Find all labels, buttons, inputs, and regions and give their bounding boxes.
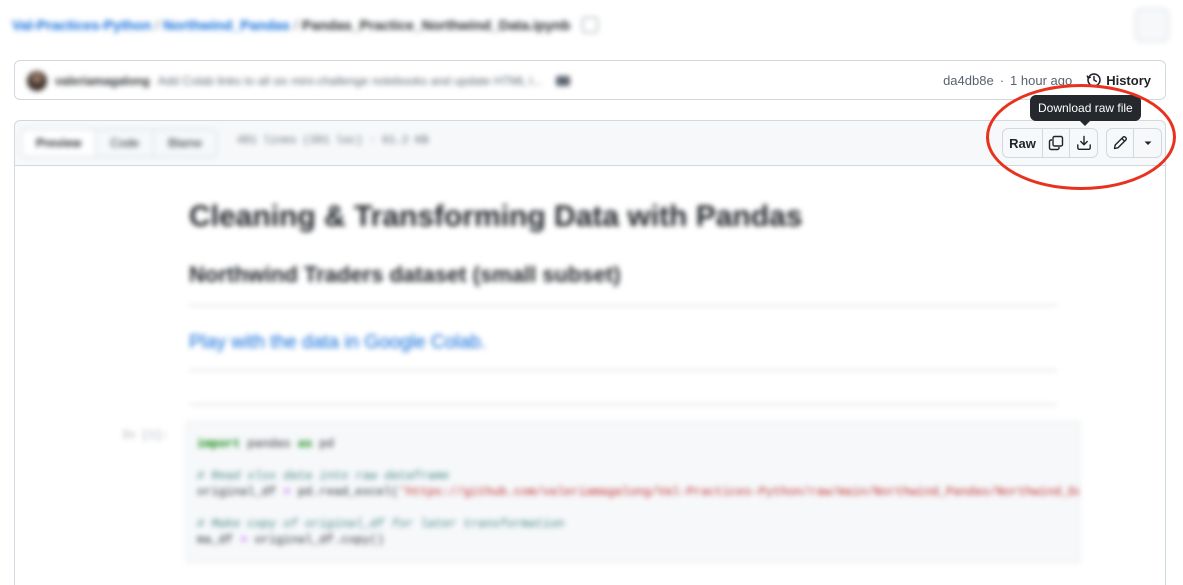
- code-comment: # Read xlsx data into raw dataframe: [197, 469, 450, 483]
- notebook-title: Cleaning & Transforming Data with Pandas: [189, 200, 803, 233]
- history-label: History: [1106, 72, 1151, 88]
- code-text: pd.read_excel(: [290, 485, 399, 499]
- download-raw-button[interactable]: [1070, 129, 1097, 157]
- commit-dot: ·: [999, 72, 1005, 88]
- breadcrumb-folder-link[interactable]: Northwind_Pandas: [163, 17, 290, 33]
- download-raw-file-tooltip: Download raw file: [1030, 95, 1141, 126]
- avatar[interactable]: [27, 71, 47, 91]
- tab-preview[interactable]: Preview: [22, 130, 97, 156]
- latest-commit-bar: valeriamagalong Add Colab links to all s…: [14, 60, 1166, 100]
- code-text: original_df.copy(): [247, 533, 385, 547]
- edit-file-button[interactable]: [1107, 129, 1134, 157]
- breadcrumb-separator: /: [293, 17, 298, 33]
- commit-hash[interactable]: da4db8e: [943, 73, 994, 88]
- pencil-icon: [1113, 136, 1127, 150]
- copy-path-icon[interactable]: [582, 17, 599, 33]
- ellipsis-icon[interactable]: [556, 76, 571, 86]
- breadcrumb-file-name: Pandas_Practice_Northwind_Data.ipynb: [301, 17, 571, 33]
- divider: [189, 404, 1057, 405]
- view-tabs: Preview Code Blame: [21, 129, 218, 157]
- code-keyword: as: [297, 437, 313, 451]
- commit-summary: valeriamagalong Add Colab links to all s…: [27, 71, 571, 91]
- code-comment: # Make copy of original_df for later tra…: [197, 517, 565, 531]
- file-actions: Raw: [1002, 128, 1162, 158]
- file-header: Preview Code Blame 481 lines (391 loc) ·…: [14, 120, 1166, 166]
- code-operator: =: [283, 485, 291, 499]
- history-link[interactable]: History: [1086, 72, 1151, 88]
- copy-raw-button[interactable]: [1043, 129, 1070, 157]
- raw-copy-download-group: Raw: [1002, 128, 1098, 158]
- code-text: pd: [312, 437, 334, 451]
- commit-author[interactable]: valeriamagalong: [55, 74, 150, 88]
- breadcrumb-separator: /: [155, 17, 160, 33]
- code-string: 'https://github.com/valeriamagalong/Val-…: [398, 485, 1080, 499]
- tab-code[interactable]: Code: [96, 130, 155, 156]
- commit-meta: da4db8e · 1 hour ago History: [943, 72, 1151, 88]
- history-icon: [1086, 73, 1101, 87]
- commit-message[interactable]: Add Colab links to all six mini-challeng…: [158, 74, 542, 88]
- divider: [189, 370, 1057, 371]
- raw-button[interactable]: Raw: [1003, 129, 1043, 157]
- code-text: pandas: [240, 437, 298, 451]
- notebook-subtitle: Northwind Traders dataset (small subset): [189, 262, 621, 287]
- more-options-button[interactable]: [1135, 8, 1169, 42]
- edit-dropdown-button[interactable]: [1134, 129, 1161, 157]
- commit-time: 1 hour ago: [1010, 72, 1073, 88]
- download-icon: [1076, 135, 1091, 150]
- breadcrumb-repo-link[interactable]: Val-Practices-Python: [12, 17, 151, 33]
- divider: [189, 305, 1057, 306]
- copy-icon: [1048, 135, 1064, 151]
- tab-blame[interactable]: Blame: [154, 130, 217, 156]
- colab-link[interactable]: Play with the data in Google Colab.: [189, 332, 486, 354]
- code-keyword: import: [197, 437, 241, 451]
- edit-group: [1106, 128, 1162, 158]
- triangle-down-icon: [1144, 141, 1151, 145]
- cell-prompt: In [1]:: [122, 430, 169, 442]
- breadcrumb: Val-Practices-Python / Northwind_Pandas …: [12, 14, 599, 36]
- code-cell: import pandas as pd # Read xlsx data int…: [186, 421, 1080, 563]
- file-meta: 481 lines (391 loc) · 61.2 KB: [237, 135, 429, 147]
- code-text: original_df: [197, 485, 284, 499]
- code-text: ma_df: [197, 533, 241, 547]
